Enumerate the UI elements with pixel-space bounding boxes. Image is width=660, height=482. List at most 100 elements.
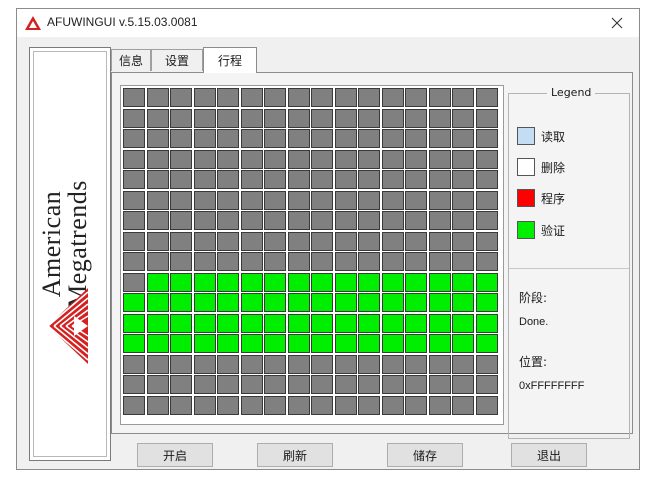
progress-block (405, 149, 427, 169)
progress-block (217, 293, 239, 312)
progress-block (264, 293, 286, 312)
ami-logo-mark (47, 288, 89, 364)
progress-block (452, 149, 474, 169)
progress-block (452, 252, 474, 271)
progress-block (287, 293, 310, 312)
progress-block (428, 395, 451, 415)
progress-block (287, 354, 310, 374)
progress-block (405, 88, 427, 107)
progress-block (264, 108, 286, 128)
progress-block (381, 88, 404, 107)
progress-block (170, 375, 192, 394)
progress-block (287, 190, 310, 210)
progress-block (240, 129, 263, 148)
progress-block (170, 354, 192, 374)
progress-block (240, 170, 263, 189)
progress-block (287, 375, 310, 394)
progress-block (217, 375, 239, 394)
progress-block (334, 375, 357, 394)
legend-group: Legend 读取 删除 程序 验证 阶段: Done. 位置: 0xFFFFF… (508, 86, 630, 439)
progress-block (381, 252, 404, 271)
progress-block (358, 88, 380, 107)
progress-block (311, 252, 333, 271)
progress-block (334, 334, 357, 353)
progress-block (428, 252, 451, 271)
progress-block (381, 313, 404, 333)
progress-block (428, 293, 451, 312)
progress-block (475, 211, 498, 230)
progress-block (452, 395, 474, 415)
main-window: AFUWINGUI v.5.15.03.0081 American Megatr… (16, 8, 640, 470)
progress-block (240, 354, 263, 374)
progress-block (193, 375, 216, 394)
progress-block (452, 354, 474, 374)
save-button[interactable]: 储存 (387, 443, 463, 467)
progress-block (287, 170, 310, 189)
title-bar[interactable]: AFUWINGUI v.5.15.03.0081 (17, 9, 639, 37)
progress-block (264, 231, 286, 251)
progress-block (123, 252, 145, 271)
progress-block (240, 88, 263, 107)
progress-block (217, 129, 239, 148)
progress-block (381, 211, 404, 230)
progress-block (452, 190, 474, 210)
progress-block (475, 149, 498, 169)
progress-block (381, 149, 404, 169)
progress-block (452, 88, 474, 107)
progress-block (334, 354, 357, 374)
tab-info[interactable]: 信息 (111, 49, 151, 71)
progress-block (358, 190, 380, 210)
progress-block (146, 231, 169, 251)
progress-block (405, 108, 427, 128)
progress-block (475, 313, 498, 333)
progress-block (123, 293, 145, 312)
position-label: 位置: (519, 355, 548, 369)
exit-button[interactable]: 退出 (511, 443, 587, 467)
legend-label-program: 程序 (541, 191, 566, 206)
progress-block (170, 231, 192, 251)
progress-block (217, 334, 239, 353)
progress-block (405, 354, 427, 374)
progress-block (193, 354, 216, 374)
progress-block (193, 231, 216, 251)
progress-block (287, 108, 310, 128)
close-button[interactable] (595, 9, 639, 37)
progress-block (358, 170, 380, 189)
progress-block (123, 395, 145, 415)
tab-progress[interactable]: 行程 (203, 47, 257, 73)
progress-block (217, 149, 239, 169)
progress-block (334, 149, 357, 169)
progress-block (358, 375, 380, 394)
legend-item-program: 程序 (517, 188, 565, 208)
progress-block (381, 354, 404, 374)
progress-block (475, 395, 498, 415)
start-button[interactable]: 开启 (137, 443, 213, 467)
progress-block (170, 211, 192, 230)
progress-block (452, 293, 474, 312)
progress-block (405, 211, 427, 230)
progress-block (123, 313, 145, 333)
progress-block (358, 252, 380, 271)
progress-block (217, 272, 239, 292)
progress-block (146, 293, 169, 312)
progress-block (170, 108, 192, 128)
progress-block (311, 129, 333, 148)
progress-block (405, 231, 427, 251)
progress-block (334, 190, 357, 210)
progress-block (428, 108, 451, 128)
flash-button[interactable]: 刷新 (257, 443, 333, 467)
progress-block (170, 293, 192, 312)
progress-block (452, 108, 474, 128)
progress-block (240, 231, 263, 251)
tab-settings[interactable]: 设置 (151, 49, 203, 71)
progress-block (475, 375, 498, 394)
progress-block (264, 211, 286, 230)
progress-block (193, 293, 216, 312)
progress-block (123, 88, 145, 107)
progress-block (123, 190, 145, 210)
progress-block (428, 88, 451, 107)
progress-block (405, 190, 427, 210)
progress-block (311, 170, 333, 189)
progress-block (358, 211, 380, 230)
progress-block (240, 108, 263, 128)
